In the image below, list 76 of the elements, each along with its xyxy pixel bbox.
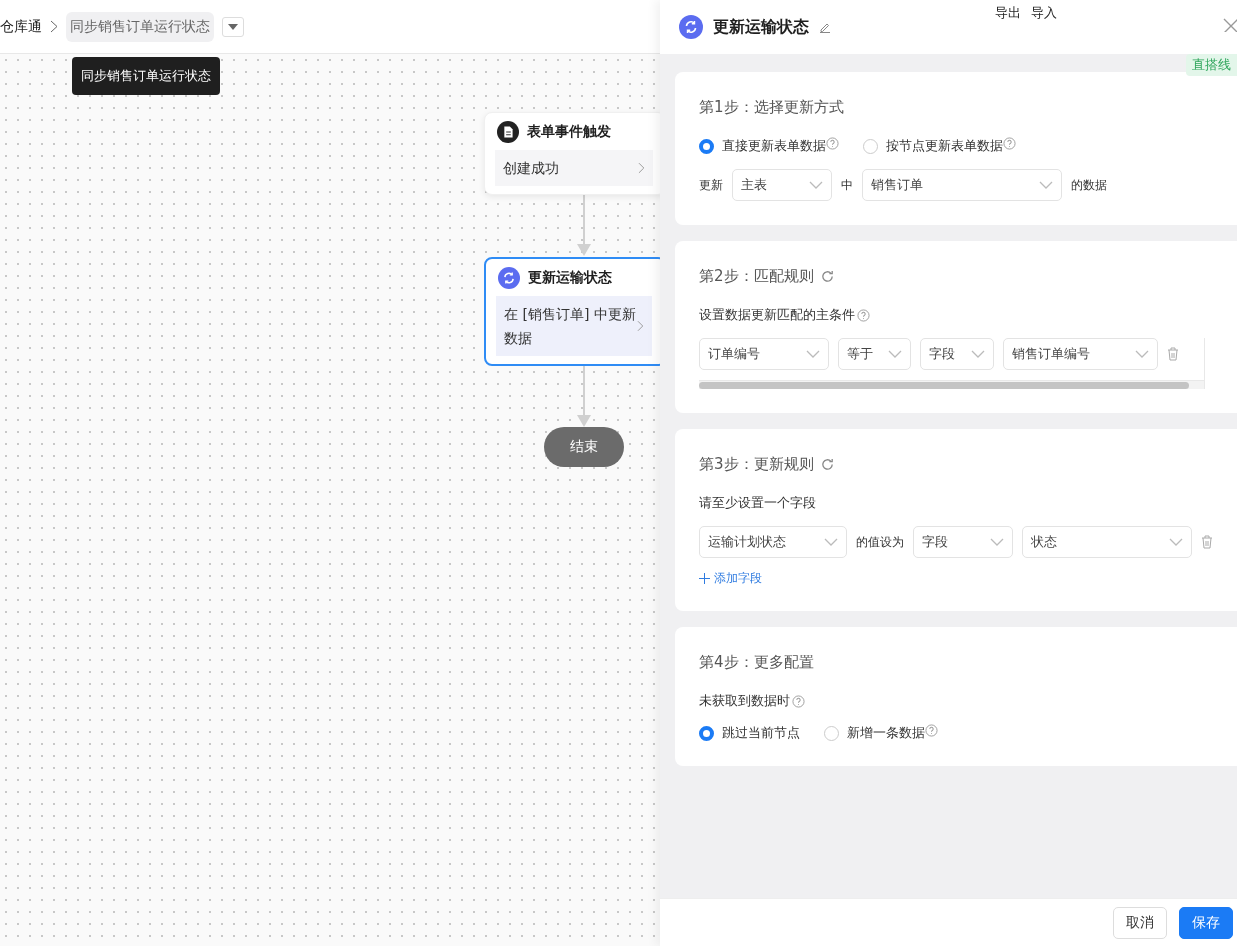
cancel-button[interactable]: 取消: [1113, 906, 1167, 939]
chevron-right-icon: [638, 162, 645, 174]
field-label: 未获取到数据时: [699, 692, 1237, 710]
radio-icon[interactable]: [824, 725, 839, 741]
node-body[interactable]: 在 [销售订单] 中更新数据: [496, 296, 652, 356]
row-label: 中: [841, 176, 853, 194]
trash-icon[interactable]: [1201, 535, 1213, 549]
chevron-down-icon: [1135, 350, 1149, 358]
horizontal-scrollbar[interactable]: [699, 380, 1204, 389]
select-field[interactable]: 订单编号: [699, 338, 829, 370]
close-button[interactable]: [1221, 16, 1237, 34]
header-link[interactable]: 导出: [995, 4, 1021, 22]
plus-icon: [699, 573, 710, 584]
chevron-right-icon: [50, 20, 58, 33]
chevron-down-icon: [888, 350, 902, 358]
help-icon[interactable]: [826, 137, 839, 150]
select-field[interactable]: 销售订单: [862, 169, 1062, 201]
row-label: 更新: [699, 176, 723, 194]
flow-node[interactable]: 更新运输状态 在 [销售订单] 中更新数据: [484, 257, 660, 366]
refresh-icon[interactable]: [819, 269, 835, 284]
chevron-right-icon: [637, 320, 644, 332]
radio-option[interactable]: 跳过当前节点: [699, 724, 800, 742]
chevron-down-icon: [1039, 181, 1053, 189]
select-field[interactable]: 销售订单编号: [1003, 338, 1158, 370]
sync-icon: [679, 15, 703, 39]
help-icon[interactable]: [1003, 137, 1016, 150]
sync-icon: [498, 267, 520, 289]
chevron-down-icon: [971, 350, 985, 358]
chevron-down-icon: [1169, 538, 1183, 546]
chevron-down-icon: [824, 538, 838, 546]
node-body[interactable]: 创建成功: [495, 150, 653, 186]
flow-name[interactable]: 同步销售订单运行状态: [66, 11, 214, 42]
chevron-down-icon: [990, 538, 1004, 546]
panel-title: 更新运输状态: [713, 16, 809, 38]
radio-option[interactable]: 直接更新表单数据: [699, 137, 839, 155]
field-label: 请至少设置一个字段: [699, 494, 817, 512]
trash-icon[interactable]: [1167, 347, 1179, 361]
step-title: 第1步：选择更新方式: [699, 98, 844, 117]
dropdown-button[interactable]: [222, 16, 244, 37]
radio-icon[interactable]: [699, 725, 714, 741]
radio-option[interactable]: 按节点更新表单数据: [863, 137, 1016, 155]
radio-option[interactable]: 新增一条数据: [824, 724, 938, 742]
radio-icon[interactable]: [863, 138, 878, 154]
step-title: 第3步：更新规则: [699, 455, 814, 474]
radio-icon[interactable]: [699, 138, 714, 154]
chevron-down-icon: [809, 181, 823, 189]
header-link[interactable]: 导入: [1031, 4, 1057, 22]
help-icon[interactable]: [792, 694, 805, 708]
tooltip: 同步销售订单运行状态: [72, 57, 220, 95]
refresh-icon[interactable]: [819, 457, 835, 472]
node-title: 表单事件触发: [527, 123, 611, 141]
select-field[interactable]: 状态: [1022, 526, 1192, 558]
step-title: 第4步：更多配置: [699, 653, 814, 672]
connector-arrow: [577, 363, 591, 427]
select-field[interactable]: 等于: [838, 338, 911, 370]
step-title: 第2步：匹配规则: [699, 267, 814, 286]
caret-icon: [228, 23, 238, 30]
edit-icon[interactable]: [819, 21, 831, 33]
select-field[interactable]: 主表: [732, 169, 832, 201]
add-field-link[interactable]: 添加字段: [699, 570, 1237, 587]
help-icon[interactable]: [925, 724, 938, 737]
node-title: 更新运输状态: [528, 269, 612, 287]
select-field[interactable]: 字段: [920, 338, 994, 370]
row-label: 的数据: [1071, 176, 1107, 194]
flow-node[interactable]: 表单事件触发 创建成功: [484, 112, 660, 195]
select-field[interactable]: 字段: [913, 526, 1013, 558]
status-tag: 直搭线: [1186, 54, 1237, 76]
app-name[interactable]: 仓库通: [0, 17, 42, 36]
save-button[interactable]: 保存: [1179, 906, 1233, 939]
row-label: 的值设为: [856, 533, 904, 551]
end-node[interactable]: 结束: [544, 427, 624, 467]
chevron-down-icon: [806, 350, 820, 358]
help-icon[interactable]: [857, 308, 870, 322]
select-field[interactable]: 运输计划状态: [699, 526, 847, 558]
document-icon: [497, 121, 519, 143]
field-label: 设置数据更新匹配的主条件: [699, 306, 1237, 324]
